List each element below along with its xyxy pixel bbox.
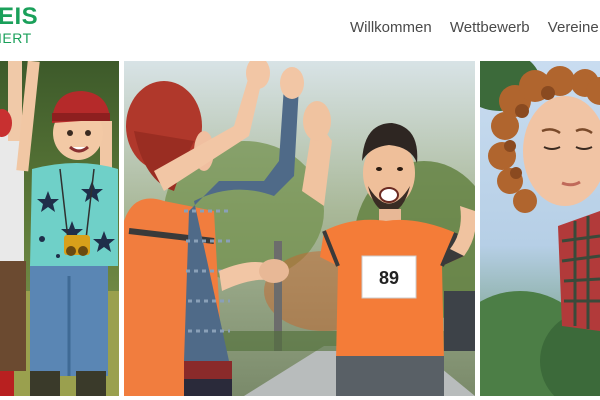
boy-with-binoculars-photo [0,61,119,396]
nav-link-wettbewerb[interactable]: Wettbewerb [450,19,530,36]
logo-text-top: EIS [0,3,39,30]
photo-gallery: 89 [0,61,600,396]
nav-link-vereine[interactable]: Vereine [548,19,599,36]
runners-high-five-photo: 89 [124,61,475,396]
logo-text-bottom: IERT [0,30,32,46]
site-logo[interactable]: EIS IERT [0,3,39,46]
race-bib-number: 89 [379,268,399,288]
main-navigation: Willkommen Wettbewerb Vereine [350,19,599,36]
curly-haired-boy-photo [480,61,600,396]
site-header: EIS IERT Willkommen Wettbewerb Vereine [0,0,600,58]
nav-link-willkommen[interactable]: Willkommen [350,19,432,36]
